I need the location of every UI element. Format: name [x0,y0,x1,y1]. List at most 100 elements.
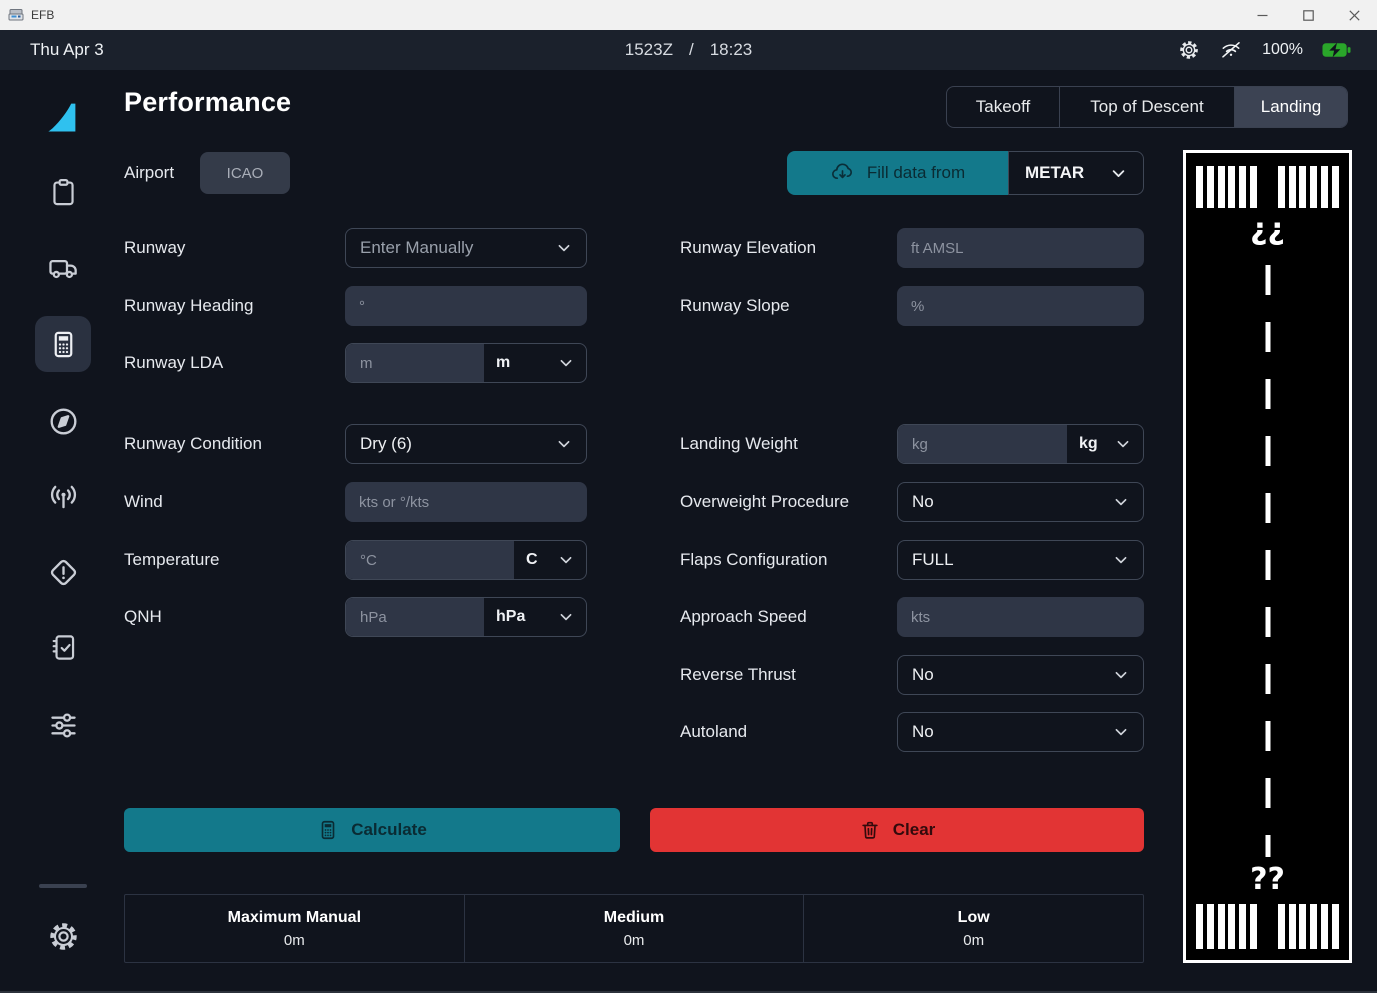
hazard-icon [47,556,80,589]
runway-condition-label: Runway Condition [124,424,262,464]
landing-weight-unit-value: kg [1079,435,1098,453]
calculate-label: Calculate [351,820,427,840]
chevron-down-icon [558,609,574,625]
performance-mode-tabs: Takeoff Top of Descent Landing [946,86,1348,128]
runway-lda-unit-select[interactable]: m [484,344,586,382]
reverse-thrust-label: Reverse Thrust [680,655,796,695]
sidebar-item-checklists[interactable] [35,619,91,675]
settings-gear-icon [47,920,80,953]
runway-condition-select[interactable]: Dry (6) [345,424,587,464]
braking-results-table: Maximum Manual 0m Medium 0m Low 0m [124,894,1144,963]
fill-data-button[interactable]: Fill data from [787,151,1008,195]
runway-heading-input[interactable] [345,286,587,326]
runway-slope-input[interactable] [897,286,1144,326]
reverse-thrust-value: No [912,665,934,685]
efb-app-window: EFB Thu Apr 3 1523Z / 18:23 [0,0,1377,993]
tab-takeoff[interactable]: Takeoff [947,87,1059,127]
close-button[interactable] [1331,0,1377,30]
airline-logo [45,100,81,136]
sidebar-divider [39,884,87,888]
clear-button[interactable]: Clear [650,808,1144,852]
result-label: Medium [604,909,664,927]
gear-icon[interactable] [1178,39,1200,61]
result-value: 0m [963,932,984,949]
minimize-button[interactable] [1239,0,1285,30]
clear-label: Clear [893,820,936,840]
temperature-input[interactable] [346,541,514,579]
wind-input[interactable] [345,482,587,522]
trash-icon [859,819,881,841]
runway-centerline [1265,265,1270,857]
temperature-unit-select[interactable]: C [514,541,586,579]
runway-elevation-label: Runway Elevation [680,228,816,268]
sidebar-item-navigation[interactable] [35,393,91,449]
chevron-down-icon [1113,724,1129,740]
runway-lda-unit-value: m [496,354,510,372]
chevron-down-icon [558,552,574,568]
flaps-configuration-select[interactable]: FULL [897,540,1144,580]
temperature-control: C [345,540,587,580]
sidebar-item-performance[interactable] [35,316,91,372]
calculator-icon [48,329,79,360]
reverse-thrust-select[interactable]: No [897,655,1144,695]
runway-lda-input[interactable] [346,344,484,382]
autoland-value: No [912,722,934,742]
runway-number-near: ?? [1186,865,1349,895]
sidebar-item-hazards[interactable] [35,544,91,600]
sidebar-item-flightplan[interactable] [35,164,91,220]
fill-source-select[interactable]: METAR [1008,151,1144,195]
flaps-configuration-value: FULL [912,550,954,570]
overweight-procedure-select[interactable]: No [897,482,1144,522]
autoland-select[interactable]: No [897,712,1144,752]
approach-speed-label: Approach Speed [680,597,807,637]
sidebar-item-options[interactable] [35,697,91,753]
compass-icon [47,405,80,438]
chevron-down-icon [556,436,572,452]
chevron-down-icon [1115,436,1131,452]
qnh-unit-value: hPa [496,608,525,626]
status-date: Thu Apr 3 [30,40,104,60]
clipboard-icon [48,177,79,208]
landing-weight-input[interactable] [898,425,1067,463]
result-maximum-manual: Maximum Manual 0m [125,895,464,962]
runway-graphic: ¿¿ ?? [1183,150,1352,963]
runway-number-far: ¿¿ [1186,215,1349,245]
airport-label: Airport [124,153,174,193]
runway-select[interactable]: Enter Manually [345,228,587,268]
clock-separator: / [689,40,694,60]
sidebar-item-ground-ops[interactable] [35,239,91,295]
window-title: EFB [31,8,54,22]
maximize-button[interactable] [1285,0,1331,30]
runway-lda-label: Runway LDA [124,343,223,383]
page-title: Performance [124,87,291,118]
result-label: Maximum Manual [228,909,361,927]
window-titlebar: EFB [0,0,1377,30]
sidebar-item-comms[interactable] [35,469,91,525]
sidebar-item-settings[interactable] [35,908,91,964]
chevron-down-icon [1113,494,1129,510]
runway-threshold-stripes-top [1196,166,1339,208]
cloud-download-icon [830,161,855,186]
sidebar-item-home[interactable] [35,90,91,146]
status-clock: 1523Z / 18:23 [625,40,752,60]
result-label: Low [958,909,990,927]
landing-weight-unit-select[interactable]: kg [1067,425,1143,463]
runway-heading-label: Runway Heading [124,286,253,326]
broadcast-icon [47,481,80,514]
qnh-unit-select[interactable]: hPa [484,598,586,636]
tab-top-of-descent[interactable]: Top of Descent [1059,87,1234,127]
qnh-label: QNH [124,597,162,637]
chevron-down-icon [558,355,574,371]
landing-weight-control: kg [897,424,1144,464]
approach-speed-input[interactable] [897,597,1144,637]
qnh-input[interactable] [346,598,484,636]
landing-weight-label: Landing Weight [680,424,798,464]
temperature-unit-value: C [526,551,538,569]
runway-elevation-input[interactable] [897,228,1144,268]
airport-icao-input[interactable] [200,152,290,194]
tab-landing[interactable]: Landing [1234,87,1347,127]
truck-icon [47,251,79,283]
calculate-button[interactable]: Calculate [124,808,620,852]
result-value: 0m [624,932,645,949]
overweight-procedure-label: Overweight Procedure [680,482,849,522]
